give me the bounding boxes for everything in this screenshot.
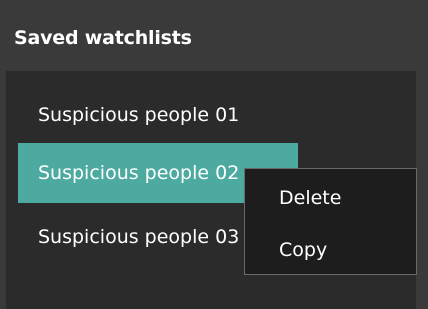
menu-item-delete[interactable]: Delete (245, 173, 416, 223)
panel-title: Saved watchlists (14, 27, 192, 49)
context-menu: Delete Copy (244, 168, 417, 275)
panel-header: Saved watchlists (0, 0, 428, 64)
menu-item-copy[interactable]: Copy (245, 225, 416, 275)
watchlist-item-1[interactable]: Suspicious people 01 (18, 85, 298, 145)
